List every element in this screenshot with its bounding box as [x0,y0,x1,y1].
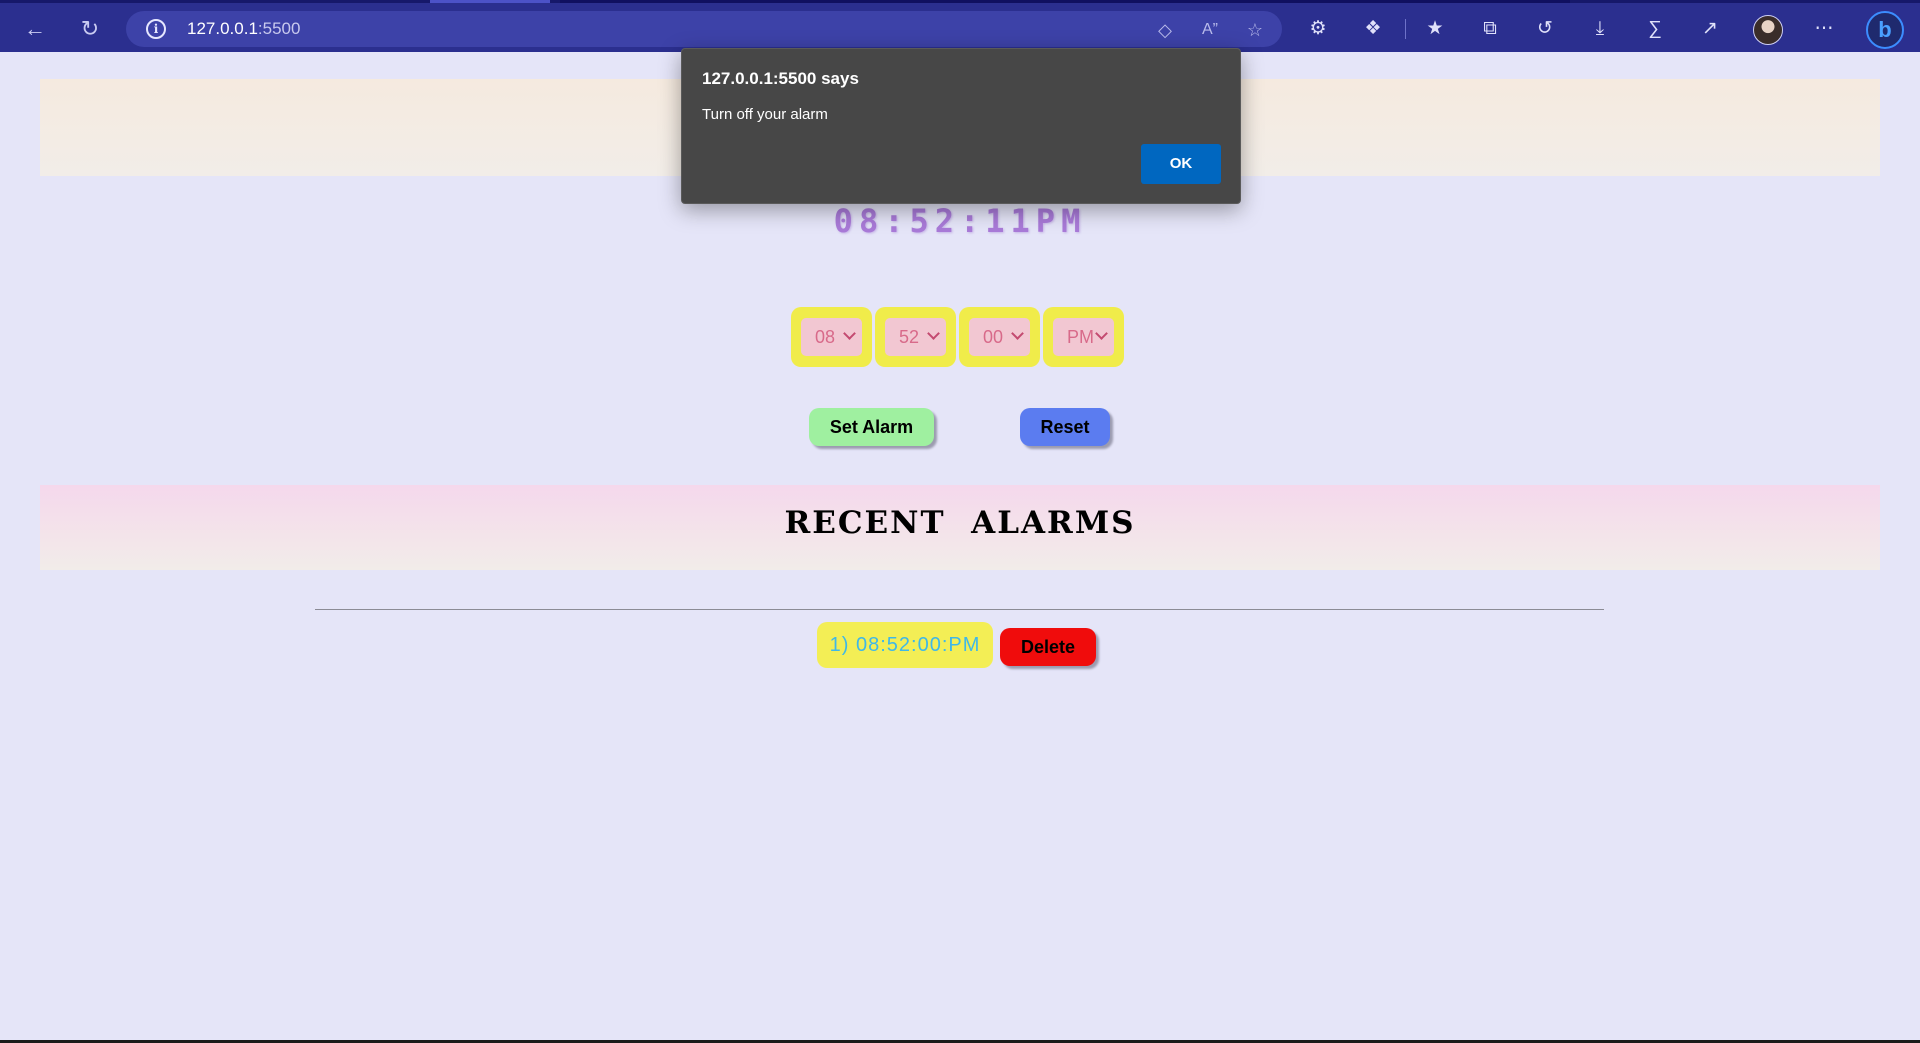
history-icon[interactable]: ↺ [1531,15,1559,43]
collections-icon[interactable]: ⧉ [1476,15,1504,43]
recent-alarms-heading: RECENT ALARMS [784,505,1136,541]
alarm-time-selectors: 08 52 00 PM [791,307,1124,367]
add-favorite-icon[interactable]: ☆ [1242,17,1268,43]
extensions-icon[interactable]: ❖ [1359,15,1387,43]
profile-avatar[interactable] [1753,15,1783,45]
read-aloud-icon[interactable]: A” [1197,17,1223,43]
second-select-frame: 00 [959,307,1040,367]
reset-button[interactable]: Reset [1020,408,1110,446]
chevron-down-icon [1011,327,1024,340]
second-select-value: 00 [983,326,1004,347]
tab-strip-edge [560,0,1570,3]
hour-select[interactable]: 08 [801,318,862,356]
tracking-tag-icon[interactable]: ◇ [1152,17,1178,43]
refresh-icon[interactable]: ↻ [74,13,106,45]
minute-select-value: 52 [899,326,920,347]
chevron-down-icon [1095,327,1108,340]
back-icon[interactable]: ← [19,13,51,45]
delete-alarm-button[interactable]: Delete [1000,628,1096,666]
minute-select[interactable]: 52 [885,318,946,356]
second-select[interactable]: 00 [969,318,1030,356]
toolbar-separator [1405,19,1406,39]
share-icon[interactable]: ↗ [1696,15,1724,43]
bing-icon[interactable]: b [1866,11,1904,49]
math-solver-icon[interactable]: ∑ [1641,15,1669,43]
address-url[interactable]: 127.0.0.1:5500 [187,19,300,39]
address-bar[interactable]: i 127.0.0.1:5500 ◇ A” ☆ [126,11,1282,47]
more-icon[interactable]: ⋯ [1810,15,1838,43]
alarm-entry: 1) 08:52:00:PM [817,622,993,668]
url-host: 127.0.0.1 [187,19,258,38]
ampm-select-frame: PM [1043,307,1124,367]
current-time-display: 08:52:11PM [833,202,1087,240]
dialog-message: Turn off your alarm [702,106,828,123]
divider [315,609,1604,610]
ampm-select-value: PM [1067,326,1094,347]
dialog-title: 127.0.0.1:5500 says [702,69,859,88]
set-alarm-button[interactable]: Set Alarm [809,408,934,446]
active-tab-indicator [430,0,550,3]
hour-select-frame: 08 [791,307,872,367]
url-port: :5500 [257,19,301,38]
info-icon[interactable]: i [146,19,166,39]
ampm-select[interactable]: PM [1053,318,1114,356]
minute-select-frame: 52 [875,307,956,367]
browser-toolbar: ← ↻ i 127.0.0.1:5500 ◇ A” ☆ ⚙ ❖ ★ ⧉ ↺ ⤓ … [0,0,1920,52]
chevron-down-icon [843,327,856,340]
alert-dialog: 127.0.0.1:5500 says Turn off your alarm … [681,48,1241,204]
dialog-ok-button[interactable]: OK [1141,144,1221,184]
settings-icon[interactable]: ⚙ [1304,15,1332,43]
favorites-icon[interactable]: ★ [1421,15,1449,43]
chevron-down-icon [927,327,940,340]
hour-select-value: 08 [815,326,836,347]
downloads-icon[interactable]: ⤓ [1586,15,1614,43]
